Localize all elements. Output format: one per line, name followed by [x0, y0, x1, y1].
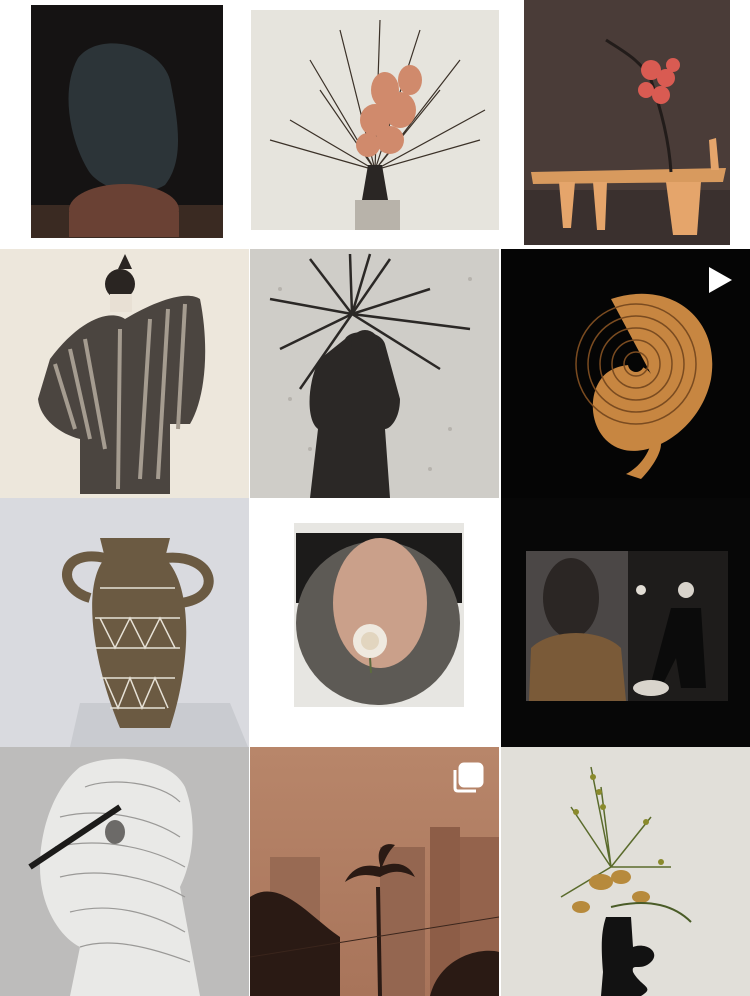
post-image-oval-collage [250, 498, 499, 747]
post-image-pleated-garment [0, 747, 249, 996]
post-image-dark-abstract [0, 0, 249, 249]
post-tile-10[interactable] [0, 747, 249, 996]
post-image-anthurium-arrangement [250, 0, 499, 249]
post-tile-2[interactable] [250, 0, 499, 249]
post-tile-3[interactable] [501, 0, 750, 249]
post-image-ikebana-vase [501, 747, 750, 996]
post-tile-1[interactable] [0, 0, 249, 249]
post-image-quince-bench [501, 0, 750, 249]
post-image-ceramic-vase [0, 498, 249, 747]
post-tile-12[interactable] [501, 747, 750, 996]
post-image-shadow-sand [250, 249, 499, 498]
play-icon [702, 263, 736, 297]
post-tile-8[interactable] [250, 498, 499, 747]
multiple-images-icon [451, 761, 485, 795]
post-tile-4[interactable] [0, 249, 249, 498]
post-image-striped-coat [0, 249, 249, 498]
post-tile-9[interactable] [501, 498, 750, 747]
post-tile-7[interactable] [0, 498, 249, 747]
post-image-diptych [501, 498, 750, 747]
post-tile-6[interactable] [501, 249, 750, 498]
post-tile-5[interactable] [250, 249, 499, 498]
post-grid [0, 0, 750, 996]
post-tile-11[interactable] [250, 747, 499, 996]
